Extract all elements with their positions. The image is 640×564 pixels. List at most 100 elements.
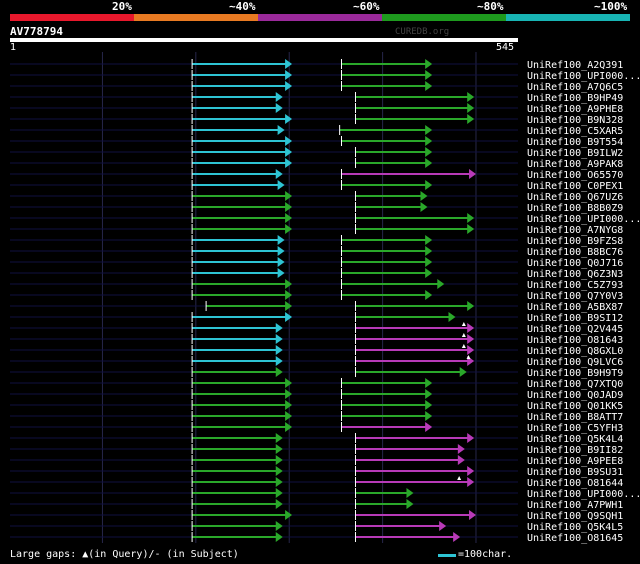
segment-arrowhead	[425, 257, 433, 267]
segment-arrowhead	[277, 257, 285, 267]
hit-label: UniRef100_B8B0Z9	[527, 203, 623, 214]
segment-arrowhead	[425, 235, 433, 245]
hit-label: UniRef100_Q5K4L5	[527, 522, 623, 533]
hit-label: UniRef100_B9N328	[527, 115, 623, 126]
segment-arrowhead	[275, 466, 283, 476]
segment-arrowhead	[425, 411, 433, 421]
hit-label: UniRef100_O81644	[527, 478, 623, 489]
hit-label: UniRef100_B9H9T9	[527, 368, 623, 379]
hit-label: UniRef100_Q7Y0V3	[527, 291, 623, 302]
segment-arrowhead	[420, 202, 428, 212]
hit-label: UniRef100_Q0J716	[527, 258, 623, 269]
segment-arrowhead	[467, 334, 475, 344]
segment-arrowhead	[469, 510, 477, 520]
hit-label: UniRef100_Q8GXL0	[527, 346, 623, 357]
segment-arrowhead	[425, 180, 433, 190]
segment-arrowhead	[277, 235, 285, 245]
hit-label: UniRef100_UPI000...	[527, 214, 640, 225]
segment-arrowhead	[448, 312, 456, 322]
hit-label: UniRef100_C5XAR5	[527, 126, 623, 137]
hit-label: UniRef100_O81645	[527, 533, 623, 544]
segment-arrowhead	[277, 180, 285, 190]
segment-arrowhead	[425, 389, 433, 399]
segment-arrowhead	[285, 389, 293, 399]
segment-arrowhead	[285, 213, 293, 223]
segment-arrowhead	[285, 147, 293, 157]
segment-arrowhead	[439, 521, 447, 531]
segment-arrowhead	[285, 301, 293, 311]
segment-arrowhead	[406, 499, 414, 509]
segment-arrowhead	[457, 444, 465, 454]
scale-label: =100char.	[458, 549, 513, 560]
segment-arrowhead	[275, 455, 283, 465]
segment-arrowhead	[285, 81, 293, 91]
segment-arrowhead	[275, 323, 283, 333]
segment-arrowhead	[275, 499, 283, 509]
segment-arrowhead	[420, 191, 428, 201]
segment-arrowhead	[467, 213, 475, 223]
segment-arrowhead	[275, 433, 283, 443]
segment-arrowhead	[453, 532, 461, 542]
query-gap-marker	[461, 344, 466, 348]
segment-arrowhead	[425, 147, 433, 157]
query-gap-marker	[457, 476, 462, 480]
hit-label: UniRef100_A2Q391	[527, 60, 623, 71]
segment-arrowhead	[425, 81, 433, 91]
segment-arrowhead	[467, 114, 475, 124]
hit-label: UniRef100_Q5K4L4	[527, 434, 623, 445]
segment-arrowhead	[275, 367, 283, 377]
hit-label: UniRef100_A9PHE8	[527, 104, 623, 115]
hit-label: UniRef100_B9II82	[527, 445, 623, 456]
segment-arrowhead	[467, 477, 475, 487]
hit-label: UniRef100_A7PWH1	[527, 500, 623, 511]
hit-label: UniRef100_C5Z793	[527, 280, 623, 291]
segment-arrowhead	[457, 455, 465, 465]
hit-label: UniRef100_B9T554	[527, 137, 623, 148]
segment-arrowhead	[275, 488, 283, 498]
segment-arrowhead	[285, 158, 293, 168]
segment-arrowhead	[285, 290, 293, 300]
hit-label: UniRef100_B9FZS8	[527, 236, 623, 247]
segment-arrowhead	[467, 92, 475, 102]
hit-label: UniRef100_B9HP49	[527, 93, 623, 104]
segment-arrowhead	[425, 268, 433, 278]
segment-arrowhead	[425, 70, 433, 80]
segment-arrowhead	[285, 224, 293, 234]
segment-arrowhead	[425, 400, 433, 410]
segment-arrowhead	[285, 191, 293, 201]
hit-label: UniRef100_A7NYG8	[527, 225, 623, 236]
segment-arrowhead	[285, 114, 293, 124]
segment-arrowhead	[467, 433, 475, 443]
segment-arrowhead	[425, 125, 433, 135]
segment-arrowhead	[467, 224, 475, 234]
segment-arrowhead	[437, 279, 445, 289]
segment-arrowhead	[285, 136, 293, 146]
segment-arrowhead	[275, 477, 283, 487]
segment-arrowhead	[285, 202, 293, 212]
query-gap-marker	[461, 322, 466, 326]
hit-label: UniRef100_O65570	[527, 170, 623, 181]
hit-label: UniRef100_Q6Z3N3	[527, 269, 623, 280]
hit-label: UniRef100_Q2V445	[527, 324, 623, 335]
segment-arrowhead	[275, 521, 283, 531]
hit-label: UniRef100_B9SI12	[527, 313, 623, 324]
hit-label: UniRef100_B8BC76	[527, 247, 623, 258]
segment-arrowhead	[285, 59, 293, 69]
hit-label: UniRef100_C5YFH3	[527, 423, 623, 434]
segment-arrowhead	[275, 103, 283, 113]
segment-arrowhead	[285, 400, 293, 410]
scale-bar	[438, 554, 456, 557]
segment-arrowhead	[275, 334, 283, 344]
segment-arrowhead	[285, 411, 293, 421]
segment-arrowhead	[467, 345, 475, 355]
hit-label: UniRef100_B9ILW2	[527, 148, 623, 159]
hit-label: UniRef100_B9SU31	[527, 467, 623, 478]
segment-arrowhead	[275, 345, 283, 355]
segment-arrowhead	[459, 367, 467, 377]
hit-label: UniRef100_Q01KK5	[527, 401, 623, 412]
segment-arrowhead	[425, 378, 433, 388]
segment-arrowhead	[275, 169, 283, 179]
hit-label: UniRef100_O81643	[527, 335, 623, 346]
hit-label: UniRef100_Q0JAD9	[527, 390, 623, 401]
segment-arrowhead	[406, 488, 414, 498]
